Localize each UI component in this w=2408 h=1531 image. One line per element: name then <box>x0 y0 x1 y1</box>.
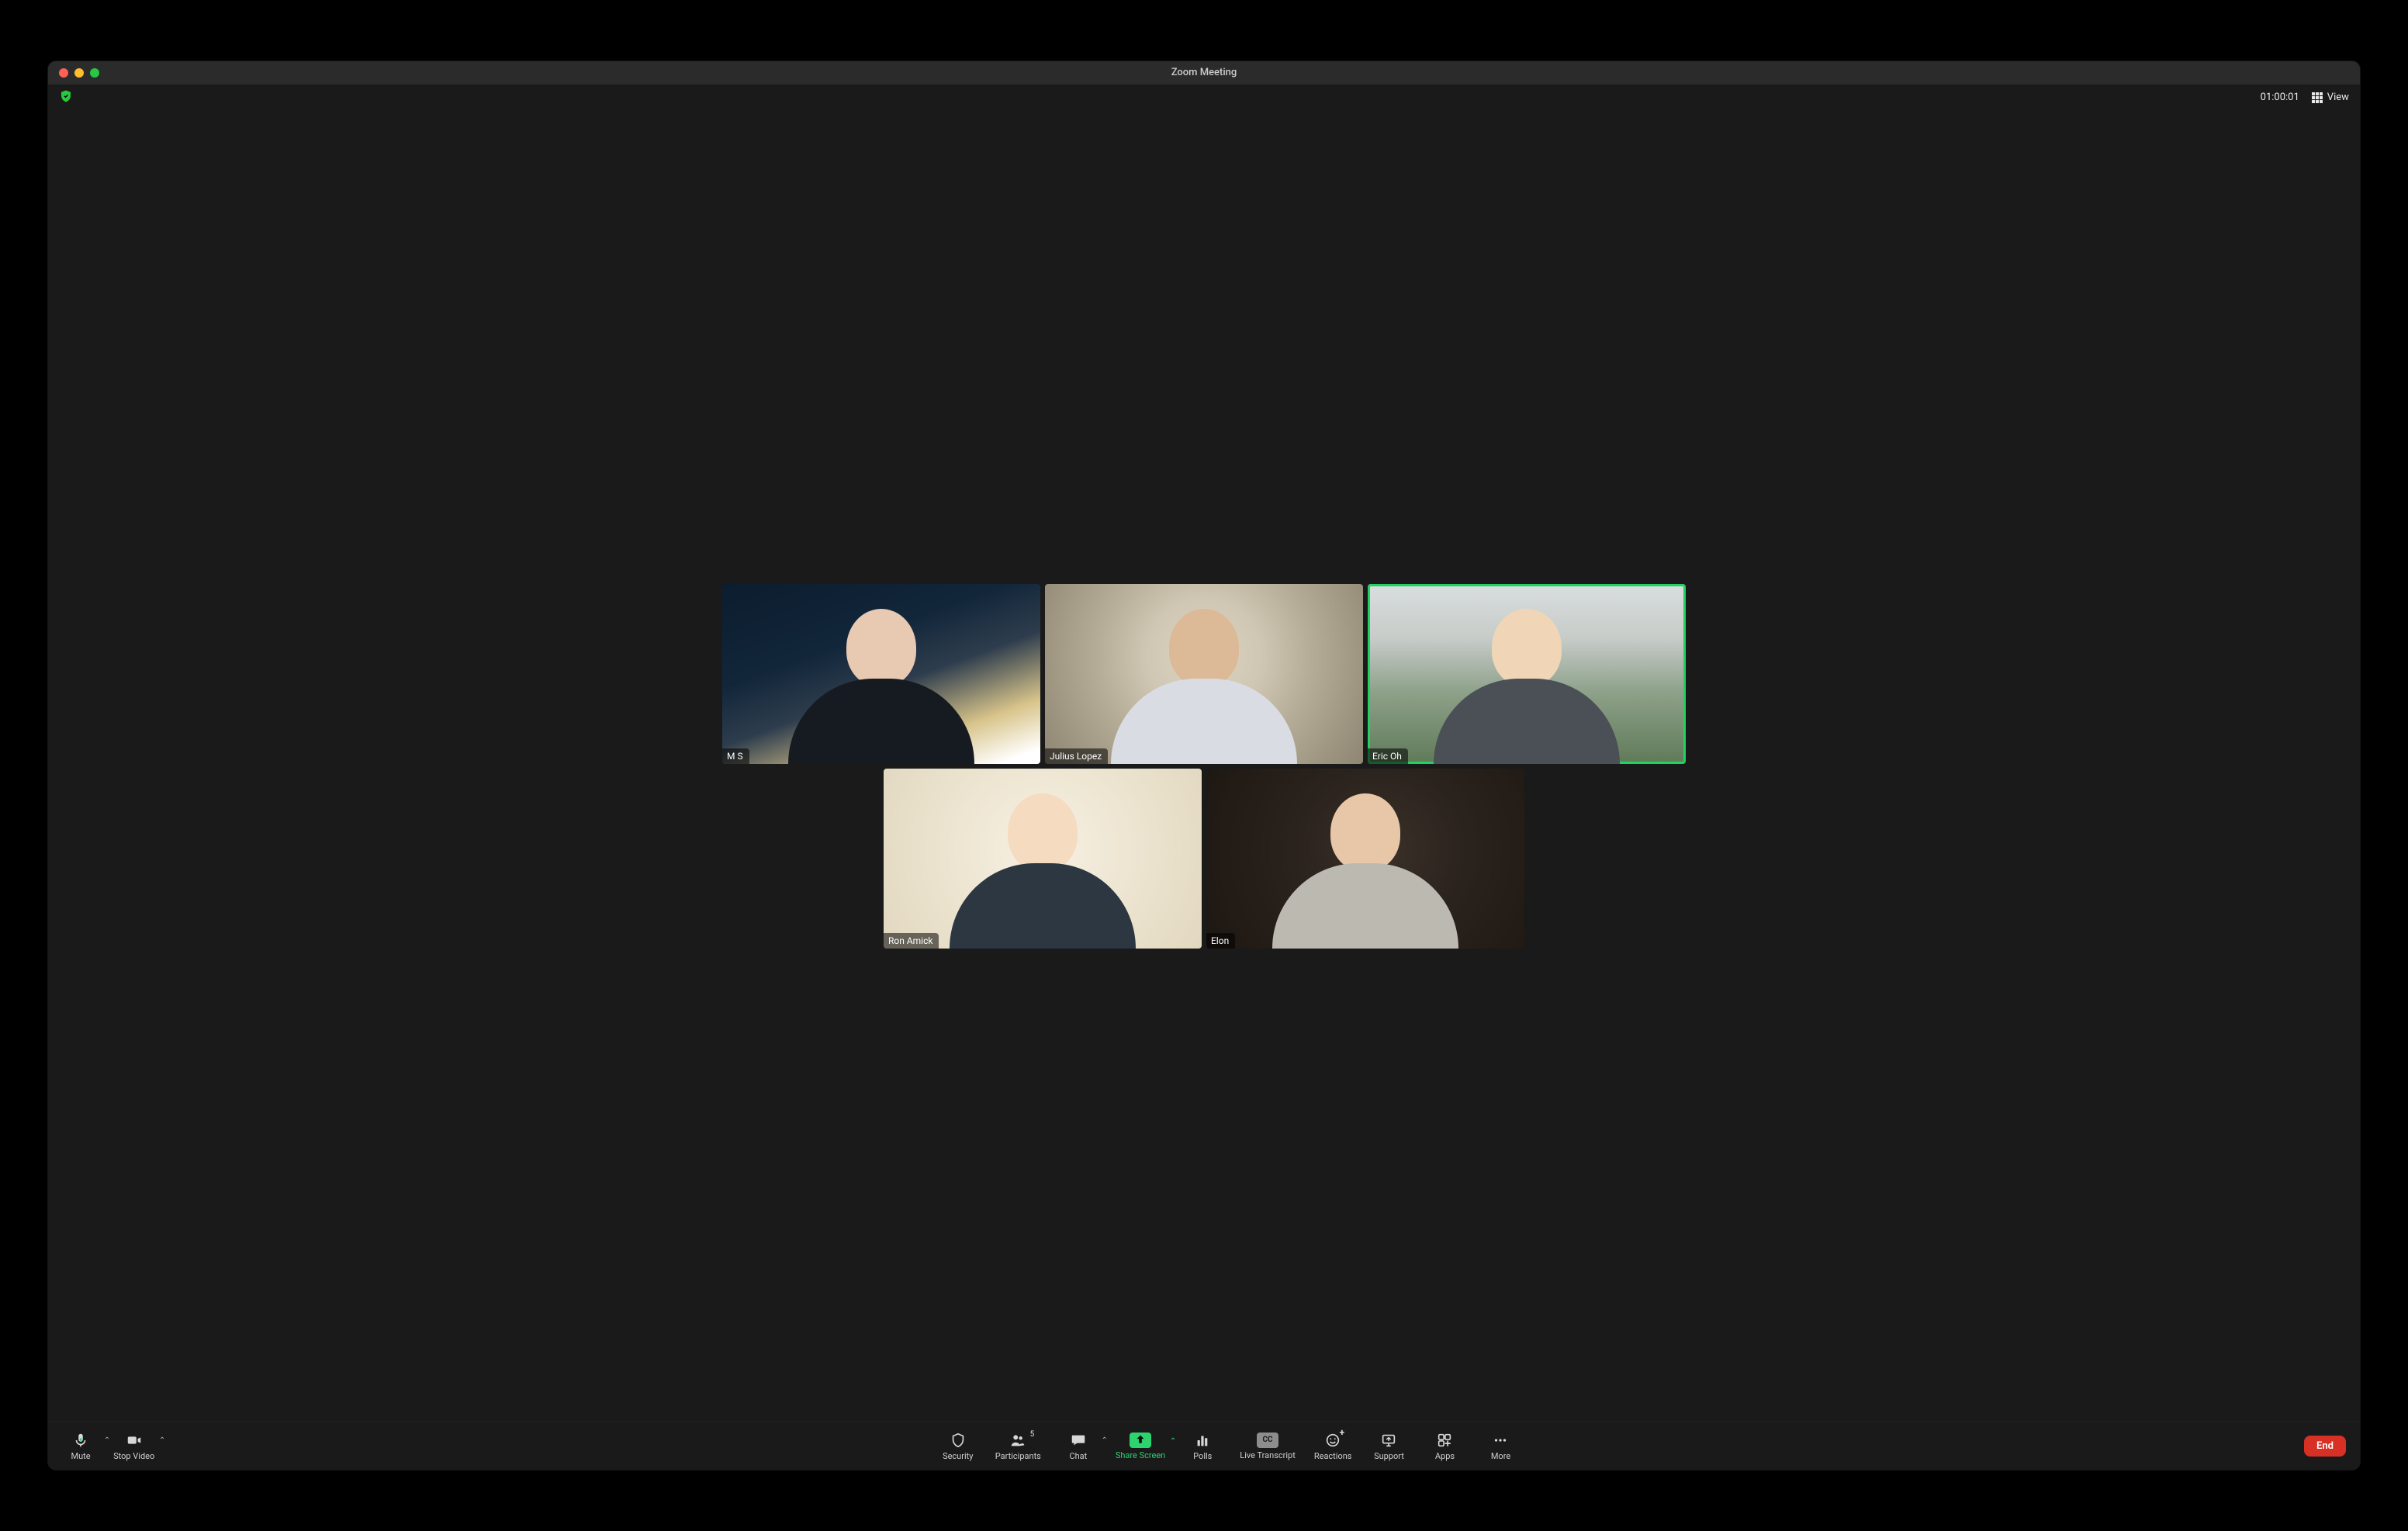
chat-label: Chat <box>1069 1451 1087 1461</box>
stop-video-button[interactable]: Stop Video ⌃ <box>113 1432 154 1461</box>
meeting-controls: Mute ⌃ Stop Video ⌃ <box>48 1422 2360 1470</box>
zoom-window: Zoom Meeting 01:00:01 View <box>48 61 2360 1470</box>
participant-tile[interactable]: Elon <box>1206 769 1524 949</box>
view-label: View <box>2327 92 2349 103</box>
participant-tile[interactable]: M S <box>722 584 1040 764</box>
mute-options-caret[interactable]: ⌃ <box>104 1436 110 1445</box>
shield-icon <box>950 1432 967 1449</box>
participant-name: Eric Oh <box>1368 748 1408 764</box>
mute-label: Mute <box>71 1451 91 1461</box>
view-button[interactable]: View <box>2312 92 2349 103</box>
chat-options-caret[interactable]: ⌃ <box>1101 1436 1107 1445</box>
live-transcript-label: Live Transcript <box>1240 1450 1296 1460</box>
encryption-shield-icon[interactable] <box>59 89 73 106</box>
more-label: More <box>1491 1451 1510 1461</box>
more-icon <box>1492 1432 1509 1449</box>
polls-icon <box>1194 1432 1211 1449</box>
share-screen-button[interactable]: Share Screen ⌃ <box>1116 1433 1165 1460</box>
smile-icon: + <box>1324 1432 1341 1449</box>
chat-icon <box>1070 1432 1087 1449</box>
share-options-caret[interactable]: ⌃ <box>1170 1437 1176 1446</box>
participant-tile[interactable]: Ron Amick <box>884 769 1202 949</box>
participant-tile[interactable]: Julius Lopez <box>1045 584 1363 764</box>
video-options-caret[interactable]: ⌃ <box>159 1436 165 1445</box>
mute-button[interactable]: Mute ⌃ <box>62 1432 99 1461</box>
cc-icon: CC <box>1257 1433 1278 1448</box>
apps-label: Apps <box>1435 1451 1455 1461</box>
participant-name: Ron Amick <box>884 933 939 949</box>
gallery-row-1: M S Julius Lopez Eric Oh <box>722 584 1686 764</box>
reactions-label: Reactions <box>1314 1451 1352 1461</box>
security-label: Security <box>943 1451 973 1461</box>
participant-name: Julius Lopez <box>1045 748 1108 764</box>
end-meeting-button[interactable]: End <box>2304 1436 2346 1457</box>
apps-icon <box>1436 1432 1453 1449</box>
participant-tile-active-speaker[interactable]: Eric Oh <box>1368 584 1686 764</box>
support-label: Support <box>1374 1451 1404 1461</box>
grid-icon <box>2312 92 2323 103</box>
support-button[interactable]: Support <box>1370 1432 1407 1461</box>
gallery-row-2: Ron Amick Elon <box>884 769 1524 949</box>
polls-label: Polls <box>1193 1451 1212 1461</box>
participants-label: Participants <box>995 1451 1041 1461</box>
meeting-timer: 01:00:01 <box>2261 92 2299 103</box>
participant-name: M S <box>722 748 749 764</box>
share-icon <box>1130 1433 1151 1448</box>
more-button[interactable]: More <box>1482 1432 1519 1461</box>
support-icon <box>1380 1432 1397 1449</box>
apps-button[interactable]: Apps <box>1426 1432 1463 1461</box>
meeting-topbar: 01:00:01 View <box>48 85 2360 111</box>
stop-video-label: Stop Video <box>113 1451 154 1461</box>
participants-count-badge: 5 <box>1030 1430 1035 1439</box>
participants-button[interactable]: 5 Participants <box>995 1432 1041 1461</box>
participant-name: Elon <box>1206 933 1235 949</box>
chat-button[interactable]: Chat ⌃ <box>1060 1432 1097 1461</box>
people-icon: 5 <box>1009 1432 1026 1449</box>
window-controls <box>48 68 99 78</box>
minimize-window-button[interactable] <box>74 68 84 78</box>
video-icon <box>126 1432 143 1449</box>
share-label: Share Screen <box>1116 1450 1165 1460</box>
video-gallery: M S Julius Lopez Eric Oh <box>48 111 2360 1422</box>
reactions-button[interactable]: + Reactions <box>1314 1432 1352 1461</box>
microphone-icon <box>72 1432 89 1449</box>
live-transcript-button[interactable]: CC Live Transcript <box>1240 1433 1296 1460</box>
window-title: Zoom Meeting <box>48 67 2360 78</box>
close-window-button[interactable] <box>59 68 68 78</box>
polls-button[interactable]: Polls <box>1184 1432 1221 1461</box>
security-button[interactable]: Security <box>939 1432 977 1461</box>
maximize-window-button[interactable] <box>90 68 99 78</box>
titlebar: Zoom Meeting <box>48 61 2360 85</box>
